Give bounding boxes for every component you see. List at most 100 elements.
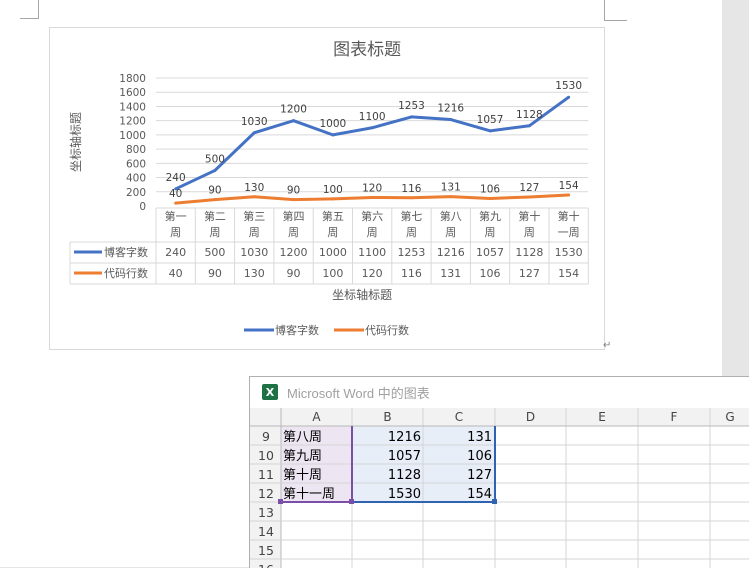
table-cell: 240: [165, 246, 186, 259]
embedded-chart[interactable]: 图表标题 坐标轴标题 0 200 400 600 800 1000 1200 1400 1600 18…: [49, 27, 605, 350]
table-cell: 106: [480, 267, 501, 280]
table-cell: 500: [204, 246, 225, 259]
y-tick-label: 1400: [119, 101, 146, 113]
y-tick-label: 0: [139, 201, 146, 213]
category-label: 周: [524, 226, 535, 239]
legend-label: 博客字数: [275, 323, 319, 337]
data-label: 1200: [280, 104, 307, 116]
crop-mark-left: [20, 0, 39, 19]
column-header-g[interactable]: G: [725, 410, 734, 424]
cell-c: 106: [467, 449, 492, 464]
table-cell: 1216: [437, 246, 465, 259]
legend-label: 代码行数: [365, 324, 409, 337]
row-header[interactable]: 14: [258, 524, 274, 539]
category-label: 周: [367, 226, 378, 239]
table-cell: 1000: [319, 246, 347, 259]
excel-data-window[interactable]: X Microsoft Word 中的图表 A B C D E F G 9 第八周 12 16 13 1…: [249, 376, 749, 568]
data-point: [409, 115, 413, 119]
data-label: 1030: [241, 116, 268, 128]
data-label: 106: [480, 183, 500, 195]
table-cell: 130: [244, 267, 265, 280]
category-label: 第七: [400, 209, 422, 223]
table-cell: 40: [169, 267, 183, 280]
category-label: 周: [406, 226, 417, 239]
column-header-a[interactable]: A: [312, 410, 321, 424]
data-label: 1216: [437, 103, 464, 115]
table-series-name: 代码行数: [104, 267, 148, 280]
data-point: [370, 195, 374, 199]
cell-a: 第八周: [283, 430, 322, 445]
cell-c: 127: [467, 468, 492, 483]
category-label: 第九: [479, 209, 501, 223]
table-cell: 154: [558, 267, 579, 280]
category-label: 周: [209, 226, 220, 239]
resize-handle: [349, 499, 354, 504]
column-header-c[interactable]: C: [455, 410, 463, 424]
y-tick-label: 1200: [119, 116, 146, 128]
excel-titlebar[interactable]: X Microsoft Word 中的图表: [250, 377, 749, 407]
column-header-e[interactable]: E: [598, 410, 606, 424]
category-label: 周: [445, 226, 456, 239]
data-label: 1057: [477, 114, 504, 126]
cell-c: 154: [467, 487, 492, 502]
data-point: [527, 195, 531, 199]
data-label: 240: [166, 172, 186, 184]
data-label: 1128: [516, 109, 543, 121]
data-label: 1253: [398, 100, 425, 112]
data-label: 116: [401, 183, 421, 195]
row-header[interactable]: 15: [258, 543, 274, 558]
category-label: 周: [249, 226, 260, 239]
data-point: [292, 198, 296, 202]
cell-a: 第十一周: [283, 487, 335, 502]
table-cell: 1200: [280, 246, 308, 259]
row-header[interactable]: 16: [258, 562, 274, 568]
data-label: 154: [559, 180, 579, 192]
data-label: 100: [323, 184, 343, 196]
data-point: [292, 119, 296, 123]
column-header-d[interactable]: D: [526, 410, 535, 424]
resize-handle: [278, 499, 283, 504]
data-label: 90: [287, 185, 300, 197]
data-label: 90: [208, 185, 221, 197]
category-label: 第四: [283, 209, 305, 223]
table-cell: 90: [208, 267, 222, 280]
table-cell: 90: [287, 267, 301, 280]
data-point: [370, 126, 374, 130]
y-tick-label: 800: [126, 144, 146, 156]
data-point: [567, 193, 571, 197]
category-label: 第一: [165, 209, 187, 223]
row-header[interactable]: 11: [258, 467, 274, 482]
data-label: 127: [519, 182, 539, 194]
y-tick-label: 600: [126, 158, 146, 170]
data-point: [527, 124, 531, 128]
row-header[interactable]: 12: [258, 486, 274, 501]
category-label: 周: [485, 226, 496, 239]
category-label: 第十: [558, 209, 580, 223]
category-label: 第十: [518, 209, 540, 223]
table-cell: 131: [440, 267, 461, 280]
data-point: [409, 196, 413, 200]
table-cell: 1100: [358, 246, 386, 259]
row-header[interactable]: 10: [258, 448, 274, 463]
column-header-f[interactable]: F: [671, 410, 678, 424]
data-label: 1000: [319, 118, 346, 130]
data-point: [252, 195, 256, 199]
category-label: 周: [327, 226, 338, 239]
category-label: 一周: [558, 226, 580, 239]
row-header[interactable]: 9: [262, 429, 270, 444]
category-label: 周: [170, 226, 181, 239]
y-axis-title: 坐标轴标题: [68, 112, 83, 172]
spreadsheet-grid[interactable]: A B C D E F G9 第八周 1216 13110 第九周 1057 10611 第十周 1128 1…: [250, 408, 749, 568]
excel-icon: X: [262, 384, 278, 400]
data-point: [567, 95, 571, 99]
row-header[interactable]: 13: [258, 505, 274, 520]
y-tick-label: 1800: [119, 73, 146, 85]
chart-title: 图表标题: [333, 40, 401, 60]
category-label: 第八: [440, 209, 462, 223]
table-cell: 1128: [515, 246, 543, 259]
data-label: 1100: [359, 111, 386, 123]
cell-b: 1057: [388, 449, 421, 464]
column-header-b[interactable]: B: [383, 410, 391, 424]
data-point: [213, 198, 217, 202]
crop-mark-right: [604, 0, 627, 21]
